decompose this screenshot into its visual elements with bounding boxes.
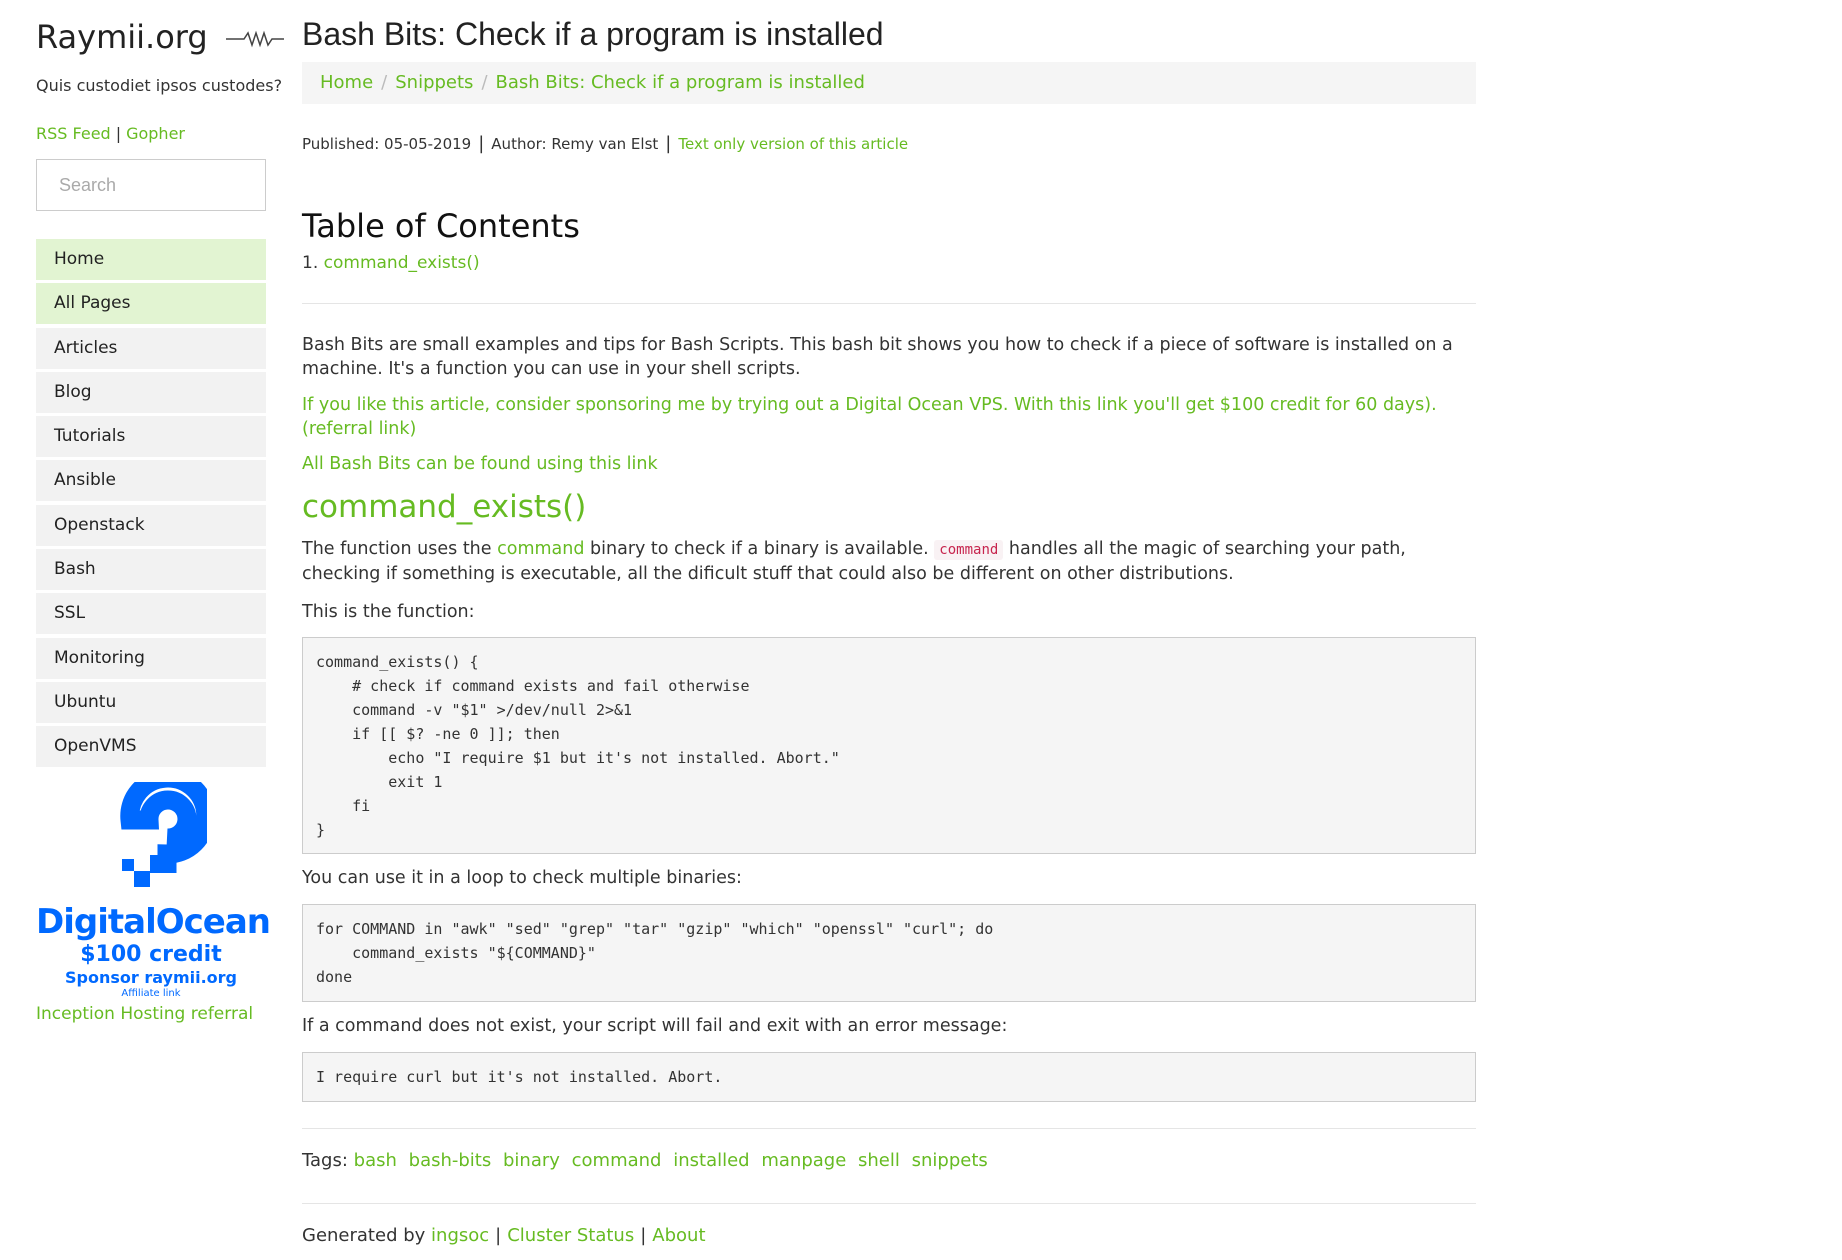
digitalocean-logo-icon[interactable] (89, 782, 207, 894)
sidebar-item-bash[interactable]: Bash (36, 549, 266, 591)
wave-logo-icon (225, 30, 284, 48)
separator: | (640, 1225, 647, 1246)
sponsor-link[interactable]: If you like this article, consider spons… (302, 393, 1476, 441)
tag-list: Tags: bash bash-bits binary command inst… (302, 1150, 994, 1171)
breadcrumb-separator: / (381, 72, 388, 93)
toc-number: 1. (302, 253, 319, 273)
footer: Generated by ingsoc | Cluster Status | About (302, 1225, 706, 1246)
site-motto: Quis custodiet ipsos custodes? (36, 76, 283, 95)
divider (302, 1203, 1476, 1204)
breadcrumb-home[interactable]: Home (320, 72, 373, 93)
function-description: The function uses the command binary to … (302, 537, 1476, 586)
tag-link-bash-bits[interactable]: bash-bits (409, 1150, 492, 1171)
sidebar-item-ubuntu[interactable]: Ubuntu (36, 681, 266, 723)
sidebar-item-tutorials[interactable]: Tutorials (36, 416, 266, 458)
rss-feed-link[interactable]: RSS Feed (36, 124, 111, 143)
toc-item: 1. command_exists() (302, 253, 480, 273)
sidebar-item-ssl[interactable]: SSL (36, 593, 266, 635)
toc-link-command-exists[interactable]: command_exists() (324, 253, 480, 273)
banner-credit: $100 credit (80, 942, 222, 967)
search-input[interactable] (36, 159, 266, 211)
section-heading: command_exists() (302, 489, 587, 525)
sidebar-item-openstack[interactable]: Openstack (36, 504, 266, 546)
sidebar-item-home[interactable]: Home (36, 239, 266, 280)
code-block-loop: for COMMAND in "awk" "sed" "grep" "tar" … (302, 904, 1476, 1002)
tags-label: Tags: (302, 1150, 348, 1171)
tag-link-bash[interactable]: bash (354, 1150, 397, 1171)
function-intro: This is the function: (302, 602, 475, 622)
loop-intro: You can use it in a loop to check multip… (302, 868, 742, 888)
breadcrumb: Home / Snippets / Bash Bits: Check if a prog… (302, 62, 1476, 104)
feed-links: RSS Feed | Gopher (36, 124, 185, 143)
inception-hosting-link[interactable]: Inception Hosting referral (36, 1004, 253, 1024)
toc-heading: Table of Contents (302, 207, 580, 245)
breadcrumb-separator: / (481, 72, 488, 93)
text: binary to check if a binary is available… (584, 539, 935, 559)
divider (302, 1128, 1476, 1129)
sidebar-item-blog[interactable]: Blog (36, 371, 266, 413)
site-title[interactable]: Raymii.org (36, 18, 284, 56)
page-title: Bash Bits: Check if a program is install… (302, 16, 884, 52)
inline-code: command (934, 540, 1004, 560)
sidebar-item-articles[interactable]: Articles (36, 327, 266, 369)
about-link[interactable]: About (652, 1225, 705, 1246)
text: The function uses the (302, 539, 498, 559)
command-link[interactable]: command (497, 539, 584, 559)
sidebar-nav: Home All Pages Articles Blog Tutorials Ansibl… (36, 239, 266, 771)
banner-sponsor: Sponsor raymii.org (64, 968, 237, 987)
tag-link-shell[interactable]: shell (858, 1150, 900, 1171)
ingsoc-link[interactable]: ingsoc (431, 1225, 489, 1246)
separator: | (478, 133, 485, 154)
author: Author: Remy van Elst (491, 135, 659, 153)
code-block-error: I require curl but it's not installed. A… (302, 1052, 1476, 1102)
article-meta: Published: 05-05-2019 | Author: Remy van E… (302, 133, 908, 154)
error-intro: If a command does not exist, your script… (302, 1016, 1008, 1036)
intro-paragraph: Bash Bits are small examples and tips fo… (302, 335, 1453, 379)
breadcrumb-snippets[interactable]: Snippets (395, 72, 473, 93)
tag-link-binary[interactable]: binary (503, 1150, 560, 1171)
sidebar-item-monitoring[interactable]: Monitoring (36, 637, 266, 679)
separator: | (665, 133, 672, 154)
separator: | (115, 124, 122, 143)
generated-by-text: Generated by (302, 1225, 426, 1246)
banner-brand: DigitalOcean (36, 902, 271, 942)
breadcrumb-current[interactable]: Bash Bits: Check if a program is install… (496, 72, 865, 93)
sidebar-item-openvms[interactable]: OpenVMS (36, 726, 266, 768)
published-date: Published: 05-05-2019 (302, 135, 472, 153)
gopher-link[interactable]: Gopher (126, 124, 185, 143)
tag-link-installed[interactable]: installed (673, 1150, 749, 1171)
sidebar-item-all-pages[interactable]: All Pages (36, 283, 266, 325)
tag-link-manpage[interactable]: manpage (761, 1150, 846, 1171)
divider (302, 303, 1476, 304)
text-only-link[interactable]: Text only version of this article (678, 135, 908, 153)
sidebar-item-ansible[interactable]: Ansible (36, 460, 266, 502)
cluster-status-link[interactable]: Cluster Status (507, 1225, 634, 1246)
tag-link-command[interactable]: command (572, 1150, 662, 1171)
tag-link-snippets[interactable]: snippets (912, 1150, 988, 1171)
separator: | (495, 1225, 502, 1246)
all-bash-bits-link[interactable]: All Bash Bits can be found using this li… (302, 452, 1476, 476)
digitalocean-banner[interactable]: DigitalOcean $100 credit Sponsor raymii.… (36, 902, 271, 1000)
banner-affiliate: Affiliate link (121, 988, 181, 999)
site-title-text[interactable]: Raymii.org (36, 18, 208, 56)
code-block-function: command_exists() { # check if command ex… (302, 637, 1476, 854)
